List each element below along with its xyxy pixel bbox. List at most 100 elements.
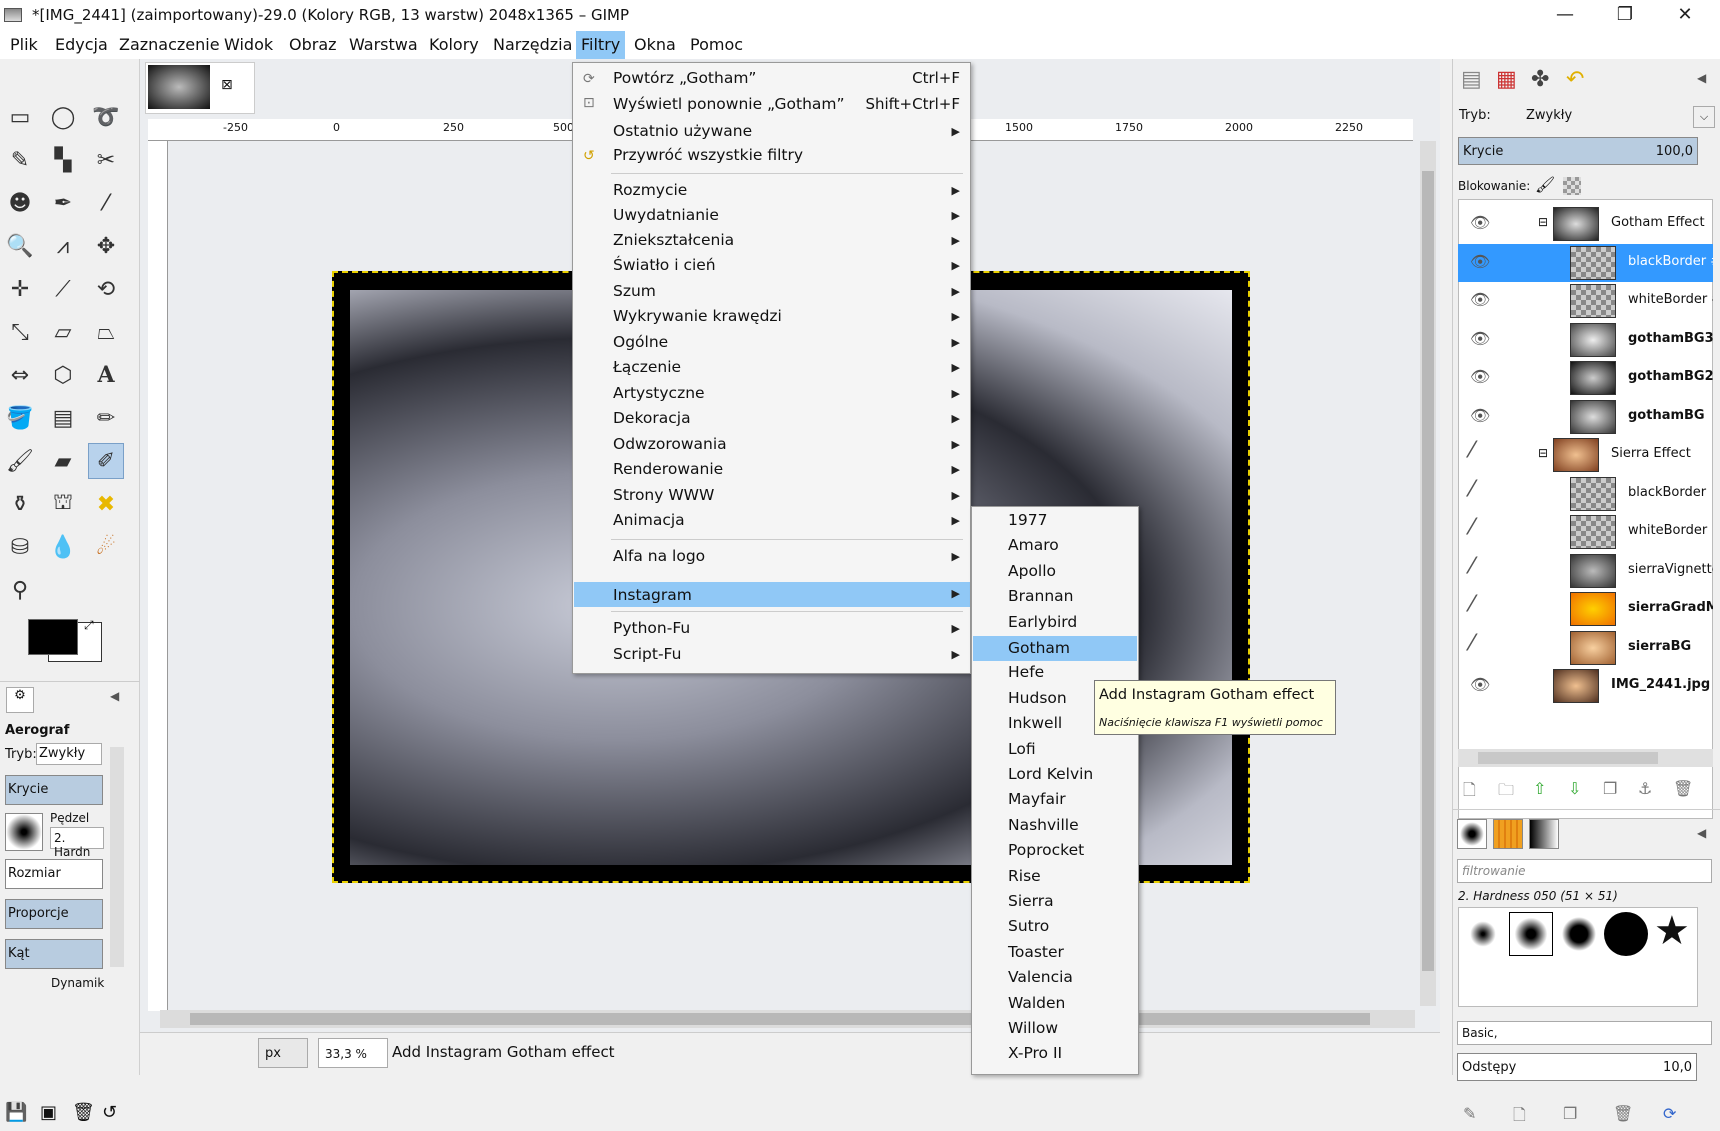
airbrush-icon[interactable]: ✐ [88,443,124,479]
anchor-layer-icon[interactable]: ⚓ [1638,779,1652,798]
tool-opacity-slider[interactable]: Krycie [5,775,103,805]
layer-row[interactable]: ⁄ sierraGradM… [1458,590,1713,628]
aspect-slider[interactable]: Proporcje [5,899,103,929]
menu-script-fu[interactable]: Script-Fu [613,645,681,663]
brushes-tab-icon[interactable] [1457,819,1487,849]
delete-tool-preset-icon[interactable]: 🗑 [72,1102,95,1123]
perspective-clone-icon[interactable]: ⛁ [2,529,38,565]
tool-mode-select[interactable]: Zwykły [36,743,102,765]
refresh-brushes-icon[interactable]: ⟳ [1663,1104,1676,1123]
eye-icon[interactable]: 👁 [1470,213,1490,232]
layer-row[interactable]: 👁 gothamBG3 [1458,321,1713,359]
text-tool-icon[interactable]: A [88,357,124,393]
instagram-item-x-pro-ii[interactable]: X-Pro II [1008,1044,1062,1062]
spacing-slider[interactable]: Odstępy 10,0 [1457,1053,1697,1081]
unit-select[interactable]: px [258,1038,308,1068]
move-icon[interactable]: ✥ [88,228,124,264]
hidden-eye-icon[interactable]: ⁄ [1470,438,1474,463]
menu-pomoc[interactable]: Pomoc [690,35,743,54]
free-select-icon[interactable]: ➰ [88,99,124,135]
menu-noise[interactable]: Szum [613,282,656,300]
menu-reshow-gotham[interactable]: Wyświetl ponownie „Gotham” [613,95,845,113]
hidden-eye-icon[interactable]: ⁄ [1470,631,1474,656]
eye-icon[interactable]: 👁 [1470,367,1490,386]
brush-hard-circle[interactable] [1604,912,1648,956]
save-tool-preset-icon[interactable]: 💾 [5,1102,27,1123]
eye-icon[interactable]: 👁 [1470,406,1490,425]
layers-tab-icon[interactable]: ▤ [1461,67,1482,92]
menu-blur[interactable]: Rozmycie [613,181,687,199]
align-icon[interactable]: ✛ [2,271,38,307]
brush-hardness-050[interactable] [1509,912,1553,956]
paths-icon[interactable]: ✒ [45,185,81,221]
menu-map[interactable]: Odwzorowania [613,435,727,453]
restore-tool-preset-icon[interactable]: ▣ [40,1102,57,1123]
layers-hscrollbar[interactable] [1458,749,1713,767]
menu-enhance[interactable]: Uwydatnianie [613,206,719,224]
menu-obraz[interactable]: Obraz [289,35,337,54]
scissors-icon[interactable]: ✂ [88,142,124,178]
lower-layer-icon[interactable]: ⇩ [1568,779,1581,798]
brushes-menu-icon[interactable]: ◀ [1697,826,1706,840]
instagram-item-valencia[interactable]: Valencia [1008,968,1073,986]
menu-edge-detect[interactable]: Wykrywanie krawędzi [613,307,782,325]
eye-icon[interactable]: 👁 [1470,675,1490,694]
zoom-select[interactable]: 33,3 % [318,1038,388,1068]
instagram-item-sierra[interactable]: Sierra [1008,892,1054,910]
smudge-icon[interactable]: ☄ [88,529,124,565]
delete-layer-icon[interactable]: 🗑 [1673,779,1693,798]
brush-hardness-075[interactable] [1559,914,1599,954]
menu-instagram[interactable]: Instagram [574,582,970,607]
layer-row[interactable]: 👁 gothamBG [1458,398,1713,436]
patterns-tab-icon[interactable] [1493,819,1523,849]
instagram-item-lofi[interactable]: Lofi [1008,740,1036,758]
hidden-eye-icon[interactable]: ⁄ [1470,515,1474,540]
hidden-eye-icon[interactable]: ⁄ [1470,554,1474,579]
clone-icon[interactable]: ⛫ [45,486,81,522]
instagram-item-walden[interactable]: Walden [1008,994,1065,1012]
eye-icon[interactable]: 👁 [1470,329,1490,348]
cage-icon[interactable]: ⬡ [45,357,81,393]
vertical-ruler[interactable] [148,141,168,1011]
menu-web[interactable]: Strony WWW [613,486,714,504]
menu-distorts[interactable]: Zniekształcenia [613,231,734,249]
brush-preview[interactable] [5,813,43,851]
paintbrush-icon[interactable]: 🖌 [2,443,38,479]
instagram-item-inkwell[interactable]: Inkwell [1008,714,1062,732]
undo-history-tab-icon[interactable]: ↶ [1566,67,1584,92]
menu-warstwa[interactable]: Warstwa [349,35,418,54]
menu-alpha-to-logo[interactable]: Alfa na logo [613,547,705,565]
flip-icon[interactable]: ⇔ [2,357,38,393]
layer-row[interactable]: ⁄ sierraVignette [1458,552,1713,590]
menu-decor[interactable]: Dekoracja [613,409,691,427]
vertical-scrollbar[interactable] [1420,141,1436,1006]
angle-slider[interactable]: Kąt [5,939,103,969]
maximize-button[interactable]: ❐ [1600,2,1650,28]
instagram-item-earlybird[interactable]: Earlybird [1008,613,1077,631]
collapse-group-icon[interactable]: ⊟ [1538,446,1548,460]
new-group-icon[interactable]: 🗀 [1498,779,1514,806]
gradients-tab-icon[interactable] [1529,819,1559,849]
layer-row[interactable]: 👁 gothamBG2 [1458,359,1713,397]
instagram-item-toaster[interactable]: Toaster [1008,943,1064,961]
instagram-item-hefe[interactable]: Hefe [1008,663,1044,681]
layer-row[interactable]: 👁 ⊟ Gotham Effect [1458,205,1713,243]
shear-icon[interactable]: ▱ [45,314,81,350]
tool-options-scrollbar[interactable] [110,747,124,967]
measure-icon[interactable]: ⩘ [45,228,81,264]
color-picker-icon[interactable]: ⁄ [88,185,124,221]
menu-zaznaczenie[interactable]: Zaznaczenie [119,35,220,54]
instagram-item-mayfair[interactable]: Mayfair [1008,790,1066,808]
instagram-item-poprocket[interactable]: Poprocket [1008,841,1084,859]
lock-pixels-icon[interactable]: 🖌 [1535,175,1555,194]
dynamics-field[interactable]: Dynamik [5,974,104,996]
hidden-eye-icon[interactable]: ⁄ [1470,477,1474,502]
layer-opacity-slider[interactable]: Krycie 100,0 [1458,137,1698,165]
paths-tab-icon[interactable]: ✤ [1531,67,1549,92]
color-select-icon[interactable]: ▚ [45,142,81,178]
eye-icon[interactable]: 👁 [1470,290,1490,309]
menu-okna[interactable]: Okna [634,35,676,54]
instagram-item-amaro[interactable]: Amaro [1008,536,1059,554]
instagram-item-lord-kelvin[interactable]: Lord Kelvin [1008,765,1093,783]
menu-animation[interactable]: Animacja [613,511,685,529]
